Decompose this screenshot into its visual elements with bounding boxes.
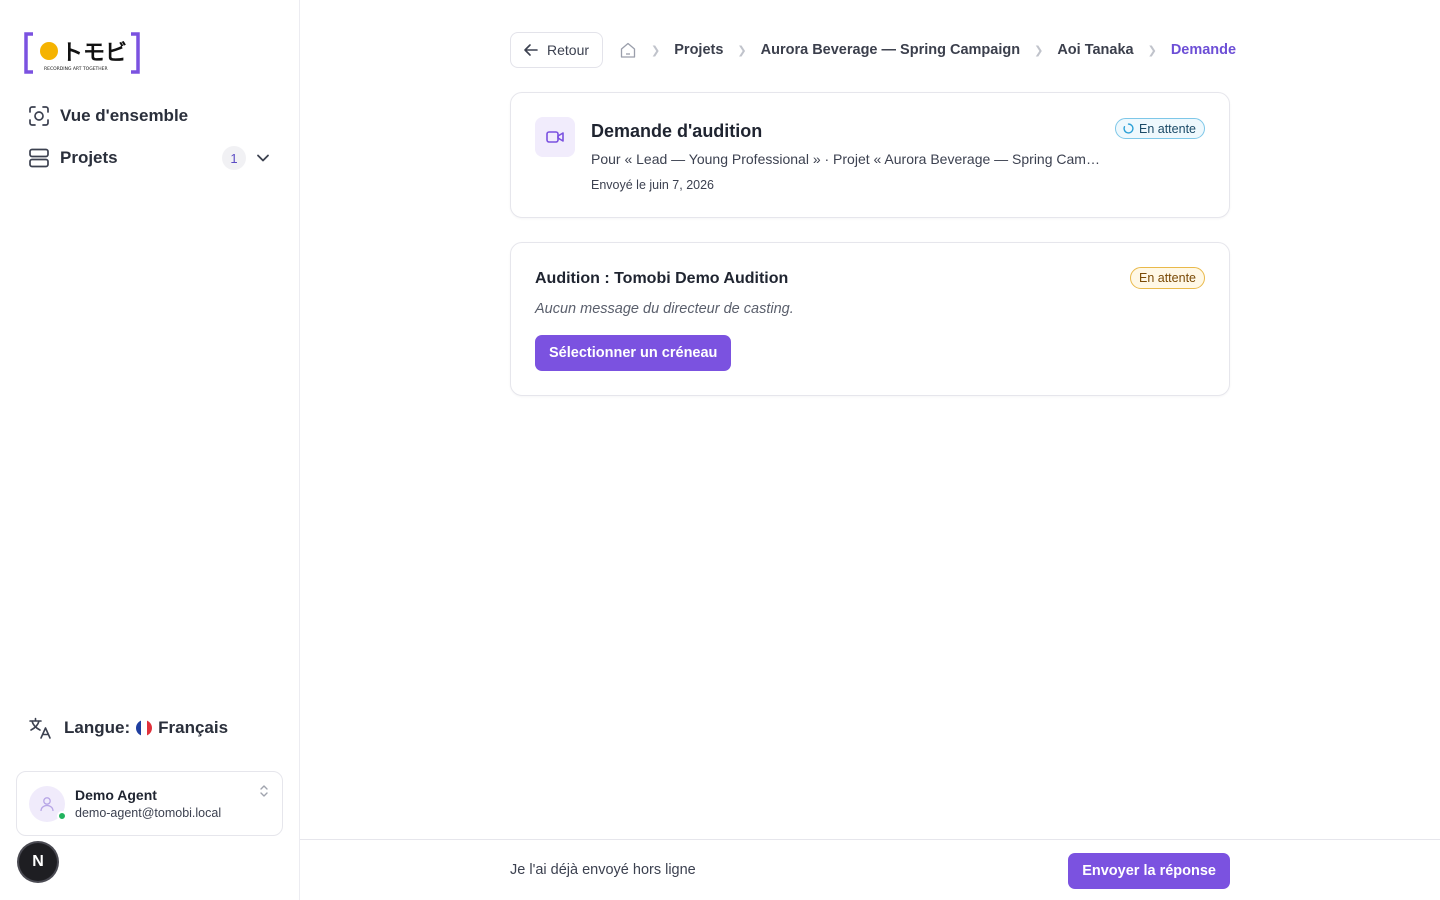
status-badge: En attente [1130, 267, 1205, 289]
back-button[interactable]: Retour [510, 32, 604, 68]
request-card: Demande d'audition Pour « Lead — Young P… [510, 92, 1230, 218]
audition-title: Audition : Tomobi Demo Audition [535, 270, 789, 287]
request-subtitle: Pour « Lead — Young Professional » · Pro… [591, 151, 1101, 167]
dev-tools-badge[interactable]: N [19, 843, 57, 881]
chevron-up-down-icon [258, 784, 270, 803]
request-date: Envoyé le juin 7, 2026 [591, 178, 715, 192]
breadcrumb-current: Demande [1170, 42, 1237, 58]
arrow-left-icon [524, 44, 538, 56]
breadcrumb: ❯ Projets ❯ Aurora Beverage — Spring Cam… [619, 41, 1236, 59]
response-footer: Je l'ai déjà envoyé hors ligne Envoyer l… [300, 839, 1440, 900]
svg-text:トモビ: トモビ [61, 41, 127, 66]
avatar [29, 785, 67, 822]
back-button-label: Retour [547, 42, 590, 58]
chevron-down-icon[interactable] [254, 149, 272, 167]
sidebar-item-projects[interactable]: Projets 1 [16, 138, 284, 178]
select-slot-button[interactable]: Sélectionner un créneau [535, 335, 732, 371]
video-camera-icon [535, 117, 575, 157]
breadcrumb-talent[interactable]: Aoi Tanaka [1057, 42, 1133, 58]
language-value: Français [158, 718, 229, 737]
projects-stack-icon [28, 147, 50, 169]
breadcrumb-project[interactable]: Aurora Beverage — Spring Campaign [761, 42, 1020, 58]
sidebar-nav: Vue d'ensemble Projets 1 [16, 96, 284, 180]
sidebar-item-label: Projets [60, 148, 118, 167]
language-label: Langue: [64, 718, 131, 737]
sidebar-item-overview[interactable]: Vue d'ensemble [16, 96, 284, 136]
svg-text:RECORDING ART TOGETHER: RECORDING ART TOGETHER [44, 66, 108, 72]
chevron-right-icon: ❯ [1147, 44, 1157, 57]
topbar: Retour ❯ Projets ❯ Aurora Beverage — Spr… [510, 32, 1236, 68]
user-email: demo-agent@tomobi.local [75, 806, 222, 820]
user-icon [40, 796, 54, 811]
status-label: En attente [1139, 121, 1196, 136]
already-sent-offline-link[interactable]: Je l'ai déjà envoyé hors ligne [510, 862, 696, 878]
status-badge: En attente [1115, 118, 1205, 139]
request-title: Demande d'audition [591, 121, 763, 141]
casting-director-message: Aucun message du directeur de casting. [535, 301, 794, 317]
overview-scan-icon [28, 105, 50, 127]
sidebar: トモビ RECORDING ART TOGETHER Vue d'ensembl… [0, 0, 300, 900]
sidebar-item-label: Vue d'ensemble [60, 106, 189, 125]
online-status-dot [57, 810, 67, 821]
main-content: Retour ❯ Projets ❯ Aurora Beverage — Spr… [300, 0, 1440, 900]
user-name: Demo Agent [75, 787, 157, 803]
audition-card: Audition : Tomobi Demo Audition Aucun me… [510, 242, 1230, 396]
home-icon[interactable] [619, 41, 637, 59]
chevron-right-icon: ❯ [1034, 44, 1044, 57]
projects-count-badge: 1 [222, 146, 246, 170]
france-flag-icon [136, 720, 153, 736]
send-response-button[interactable]: Envoyer la réponse [1068, 853, 1230, 889]
user-menu[interactable]: Demo Agent demo-agent@tomobi.local [16, 771, 283, 836]
loading-spinner-icon [1123, 123, 1134, 134]
language-selector[interactable]: Langue: Français [28, 714, 228, 742]
breadcrumb-projects[interactable]: Projets [674, 42, 723, 58]
chevron-right-icon: ❯ [651, 44, 661, 57]
chevron-right-icon: ❯ [737, 44, 747, 57]
tomobi-logo[interactable]: トモビ RECORDING ART TOGETHER [24, 32, 140, 74]
translate-icon [28, 716, 52, 740]
